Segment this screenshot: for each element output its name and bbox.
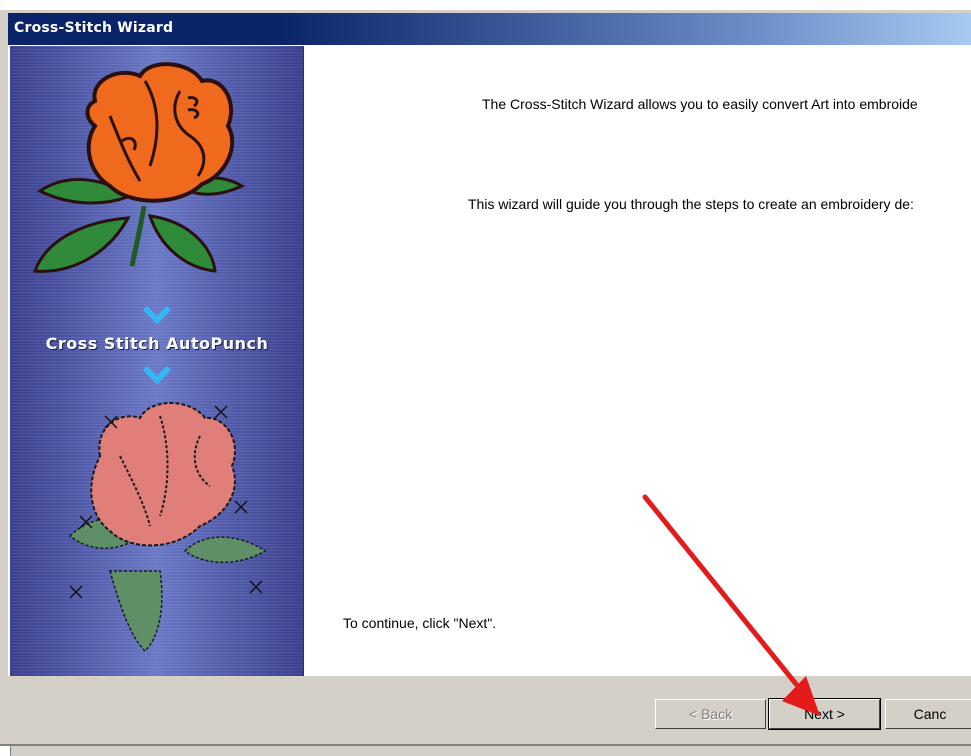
back-button[interactable]: < Back [655,699,766,729]
status-divider [0,744,971,746]
rose-illustration [32,62,246,273]
intro-text: The Cross-Stitch Wizard allows you to ea… [482,96,918,112]
next-button[interactable]: Next > [768,698,881,730]
sidebar-art [32,62,267,653]
cancel-button[interactable]: Canc [885,699,971,729]
resize-grip[interactable] [0,746,11,756]
chevron-down-icon [142,365,172,385]
window-title: Cross-Stitch Wizard [14,20,174,36]
continue-instruction: To continue, click "Next". [343,615,497,631]
cross-stitch-rose-illustration [68,402,267,653]
chevron-down-icon [142,305,172,325]
title-bar[interactable]: Cross-Stitch Wizard [8,13,971,45]
wizard-sidebar: Cross Stitch AutoPunch [10,46,304,676]
sidebar-label: Cross Stitch AutoPunch [45,334,269,353]
guide-text: This wizard will guide you through the s… [468,196,914,212]
top-strip [0,0,971,10]
